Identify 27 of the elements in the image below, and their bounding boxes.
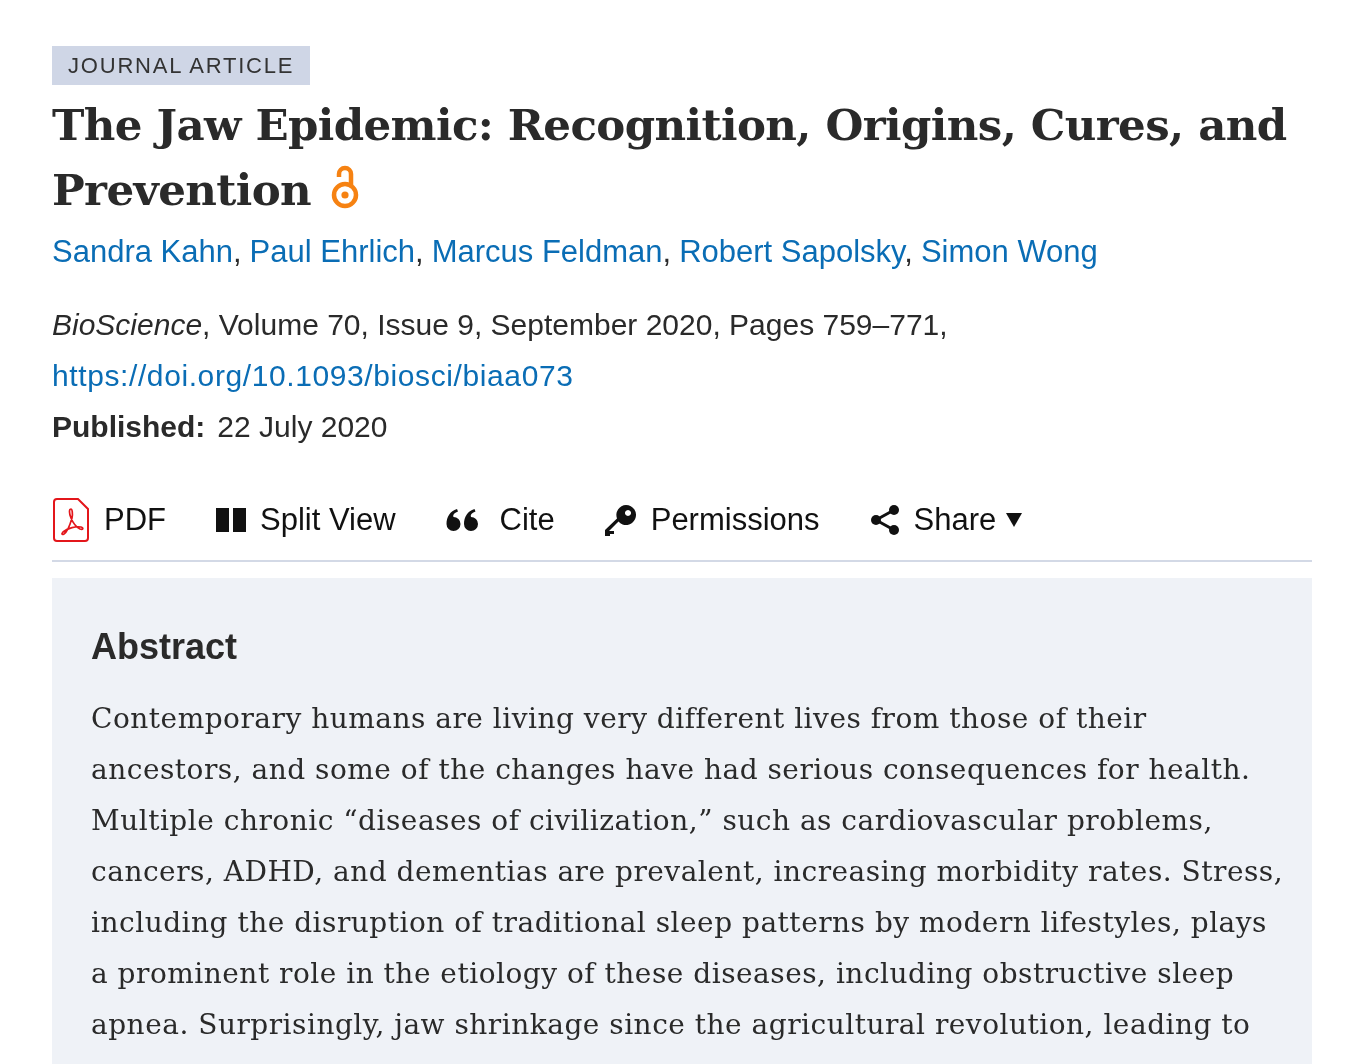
doi-link[interactable]: https://doi.org/10.1093/biosci/biaa073 (52, 359, 574, 392)
cite-tool-link[interactable]: Cite (445, 502, 555, 538)
columns-icon (216, 508, 246, 532)
share-icon (869, 505, 900, 535)
article-title: The Jaw Epidemic: Recognition, Origins, Cures, and Prevention (52, 99, 1287, 215)
author-link[interactable]: Robert Sapolsky (679, 234, 905, 269)
citation-text: BioScience, Volume 70, Issue 9, September 2020, Pages 759–771, (52, 307, 949, 343)
article-type-badge: JOURNAL ARTICLE (52, 46, 311, 85)
permissions-tool-link[interactable]: Permissions (604, 502, 820, 538)
share-tool-link[interactable]: Share (869, 502, 1023, 538)
split-tool-link[interactable]: Split View (216, 502, 396, 538)
pdf-tool-link[interactable]: PDF (52, 497, 166, 543)
pdf-file-icon (52, 497, 90, 543)
published-date: 22 July 2020 (217, 410, 388, 443)
author-separator: , (233, 234, 242, 269)
abstract-heading: Abstract (91, 627, 239, 667)
author-link[interactable]: Paul Ehrlich (249, 234, 416, 269)
author-separator: , (415, 234, 424, 269)
author-separator: , (662, 234, 672, 269)
author-link[interactable]: Simon Wong (920, 234, 1098, 269)
abstract-text: Contemporary humans are living very different lives from those of their ancestors, and some of the changes have had serious consequences for health. Multiple chronic “diseases of civilization,” such as cardiovascular problems, cancers, ADHD, and dementias are prevalent, increasing morbidity rates. Stress, including the disruption of traditional sleep patterns by modern lifestyles, plays a prominent role in the etiology of these diseases, including obstructive sleep apnea. Surprisingly, jaw shrinkage since the agricultural revolution, leading to (91, 701, 1285, 1043)
author-link[interactable]: Sandra Kahn (52, 234, 233, 269)
key-icon (604, 504, 637, 536)
author-link[interactable]: Marcus Feldman (431, 234, 663, 269)
author-separator: , (904, 234, 913, 269)
published-label: Published: (52, 410, 206, 443)
quote-icon (445, 509, 478, 531)
